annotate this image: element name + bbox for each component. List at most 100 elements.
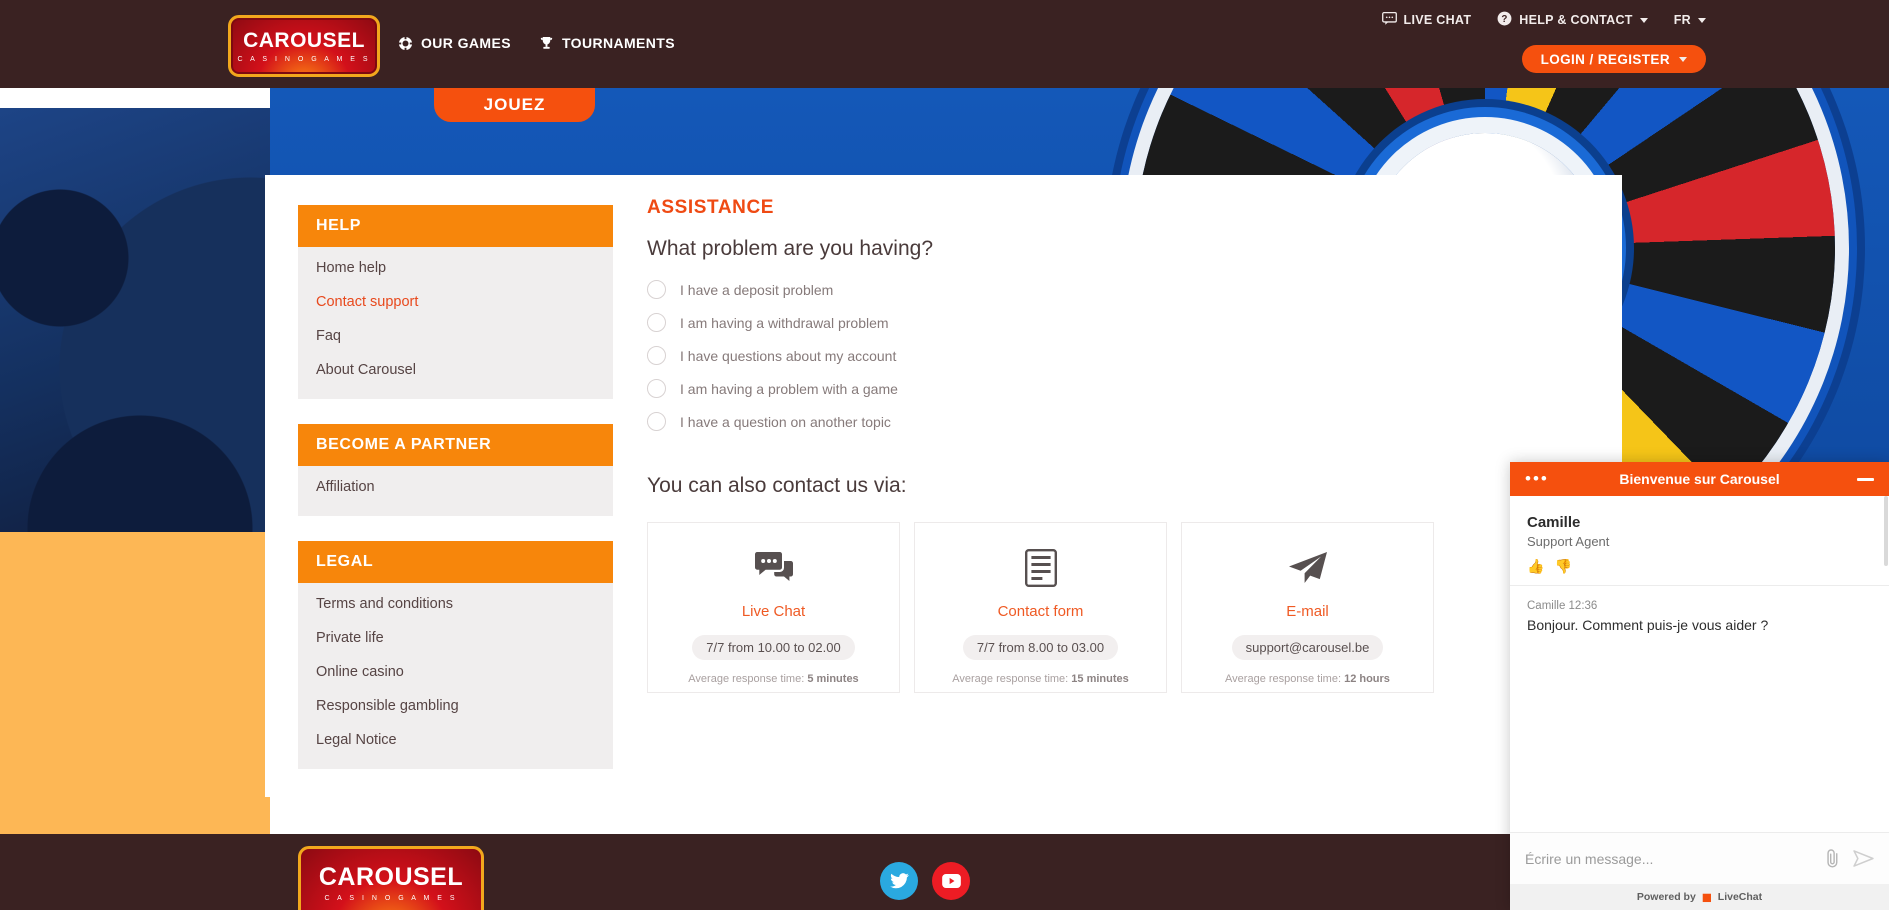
livechat-messages: Camille 12:36 Bonjour. Comment puis-je v… [1510, 586, 1889, 832]
live-chat-label: LIVE CHAT [1403, 13, 1472, 27]
sidebar-item-faq[interactable]: Faq [298, 319, 613, 353]
livechat-agent-card: Camille Support Agent 👍 👎 [1510, 496, 1889, 586]
contact-card-hours: 7/7 from 8.00 to 03.00 [962, 635, 1119, 660]
sidebar-item-legal-notice[interactable]: Legal Notice [298, 723, 613, 757]
site-logo[interactable]: CAROUSEL C A S I N O G A M E S [228, 15, 380, 77]
message-input[interactable] [1525, 850, 1812, 867]
sidebar-item-affiliation[interactable]: Affiliation [298, 470, 613, 504]
radio-option-label: I have a deposit problem [680, 281, 834, 298]
radio-option-withdrawal-problem[interactable]: I am having a withdrawal problem [647, 313, 1622, 332]
message-meta: Camille 12:36 [1527, 600, 1598, 612]
response-time-prefix: Average response time: [688, 673, 808, 685]
send-icon[interactable] [1853, 850, 1874, 867]
sidebar-item-about-carousel[interactable]: About Carousel [298, 353, 613, 387]
radio-indicator[interactable] [647, 379, 666, 398]
page-root: JOUEZ CAROUSEL C A S I N O G A M E S OUR… [0, 0, 1889, 910]
login-register-label: LOGIN / REGISTER [1540, 51, 1670, 67]
sidebar-block-title: LEGAL [298, 541, 613, 583]
youtube-icon[interactable] [932, 862, 970, 900]
thumbs-down-icon[interactable]: 👎 [1554, 558, 1571, 575]
live-chat-link[interactable]: LIVE CHAT [1381, 11, 1472, 28]
login-register-button[interactable]: LOGIN / REGISTER [1521, 45, 1706, 73]
contact-card-email[interactable]: E-mail support@carousel.be Average respo… [1181, 522, 1434, 693]
sidebar-item-private-life[interactable]: Private life [298, 621, 613, 655]
main-navigation: OUR GAMES TOURNAMENTS [398, 35, 675, 51]
livechat-brand-name: LiveChat [1717, 891, 1763, 903]
contact-card-contact-form[interactable]: Contact form 7/7 from 8.00 to 03.00 Aver… [914, 522, 1167, 693]
sidebar-list: Home help Contact support Faq About Caro… [298, 247, 613, 399]
radio-option-label: I have questions about my account [680, 347, 897, 364]
help-contact-label: HELP & CONTACT [1519, 13, 1633, 27]
sidebar-item-online-casino[interactable]: Online casino [298, 655, 613, 689]
content-card: HELP Home help Contact support Faq About… [265, 175, 1622, 797]
language-label: FR [1673, 13, 1691, 27]
logo-tagline: C A S I N O G A M E S [237, 55, 371, 63]
contact-card-title[interactable]: E-mail [1286, 603, 1329, 620]
chat-bubble-icon [1381, 11, 1397, 28]
trophy-icon [539, 36, 554, 51]
attachment-icon[interactable] [1824, 849, 1841, 868]
problem-radio-group: I have a deposit problem I am having a w… [647, 280, 1622, 431]
twitter-icon[interactable] [880, 862, 918, 900]
sidebar-block-title: BECOME A PARTNER [298, 424, 613, 466]
page-eyebrow: ASSISTANCE [647, 197, 775, 218]
paper-plane-icon [1288, 549, 1328, 587]
radio-option-label: I am having a withdrawal problem [680, 314, 889, 331]
radio-option-account-questions[interactable]: I have questions about my account [647, 346, 1622, 365]
agent-name: Camille [1527, 514, 1581, 531]
language-selector[interactable]: FR [1674, 13, 1706, 27]
sidebar-block-title: HELP [298, 205, 613, 247]
livechat-widget: ••• Bienvenue sur Carousel Camille Suppo… [1510, 462, 1889, 910]
svg-text:?: ? [1502, 14, 1508, 25]
livechat-header: ••• Bienvenue sur Carousel [1510, 462, 1889, 496]
hero-left-pattern [0, 108, 270, 532]
radio-indicator[interactable] [647, 313, 666, 332]
chevron-down-icon [1639, 17, 1648, 23]
sidebar-item-contact-support[interactable]: Contact support [298, 285, 613, 319]
minimize-icon[interactable] [1857, 477, 1874, 481]
document-icon [1024, 549, 1057, 587]
sidebar-item-responsible-gambling[interactable]: Responsible gambling [298, 689, 613, 723]
sidebar-block-become-a-partner: BECOME A PARTNER Affiliation [298, 424, 613, 516]
chat-bubbles-icon [754, 549, 794, 587]
nav-item-tournaments[interactable]: TOURNAMENTS [539, 35, 675, 51]
nav-item-our-games[interactable]: OUR GAMES [398, 35, 511, 51]
footer-logo-wordmark: CAROUSEL [318, 863, 464, 891]
contact-card-title[interactable]: Contact form [998, 603, 1084, 620]
thumbs-up-icon[interactable]: 👍 [1527, 558, 1544, 575]
main-content: ASSISTANCE What problem are you having? … [647, 197, 1622, 693]
response-time-value: 15 minutes [1071, 673, 1129, 685]
chip-icon [398, 35, 413, 51]
chevron-down-icon [1679, 56, 1687, 62]
response-time-value: 12 hours [1344, 673, 1390, 685]
message-text: Bonjour. Comment puis-je vous aider ? [1527, 617, 1769, 633]
sidebar: HELP Home help Contact support Faq About… [298, 205, 613, 794]
footer-logo[interactable]: CAROUSEL C A S I N O G A M E S [298, 846, 484, 910]
radio-option-other-topic[interactable]: I have a question on another topic [647, 412, 1622, 431]
question-circle-icon: ? [1497, 11, 1512, 29]
radio-indicator[interactable] [647, 412, 666, 431]
sidebar-item-home-help[interactable]: Home help [298, 251, 613, 285]
radio-option-game-problem[interactable]: I am having a problem with a game [647, 379, 1622, 398]
contact-card-email-address: support@carousel.be [1231, 635, 1384, 660]
sidebar-item-terms-and-conditions[interactable]: Terms and conditions [298, 587, 613, 621]
radio-indicator[interactable] [647, 280, 666, 299]
social-links [880, 862, 970, 900]
contact-card-live-chat[interactable]: Live Chat 7/7 from 10.00 to 02.00 Averag… [647, 522, 900, 693]
radio-option-label: I am having a problem with a game [680, 380, 898, 397]
livechat-brand-icon: ◼ [1701, 890, 1712, 904]
radio-indicator[interactable] [647, 346, 666, 365]
play-button[interactable]: JOUEZ [434, 88, 595, 122]
contact-card-title[interactable]: Live Chat [742, 603, 805, 620]
contact-card-response-time: Average response time: 5 minutes [688, 673, 858, 685]
radio-option-deposit-problem[interactable]: I have a deposit problem [647, 280, 1622, 299]
livechat-title: Bienvenue sur Carousel [1619, 471, 1780, 487]
help-contact-menu[interactable]: ? HELP & CONTACT [1497, 11, 1648, 29]
contact-methods: Live Chat 7/7 from 10.00 to 02.00 Averag… [647, 522, 1622, 693]
chevron-down-icon [1698, 17, 1706, 23]
sidebar-list: Terms and conditions Private life Online… [298, 583, 613, 769]
page-left-orange-strip [0, 532, 270, 834]
page-title: What problem are you having? [647, 237, 933, 260]
livechat-menu-icon[interactable]: ••• [1525, 470, 1549, 487]
livechat-scrollbar[interactable] [1884, 496, 1888, 566]
